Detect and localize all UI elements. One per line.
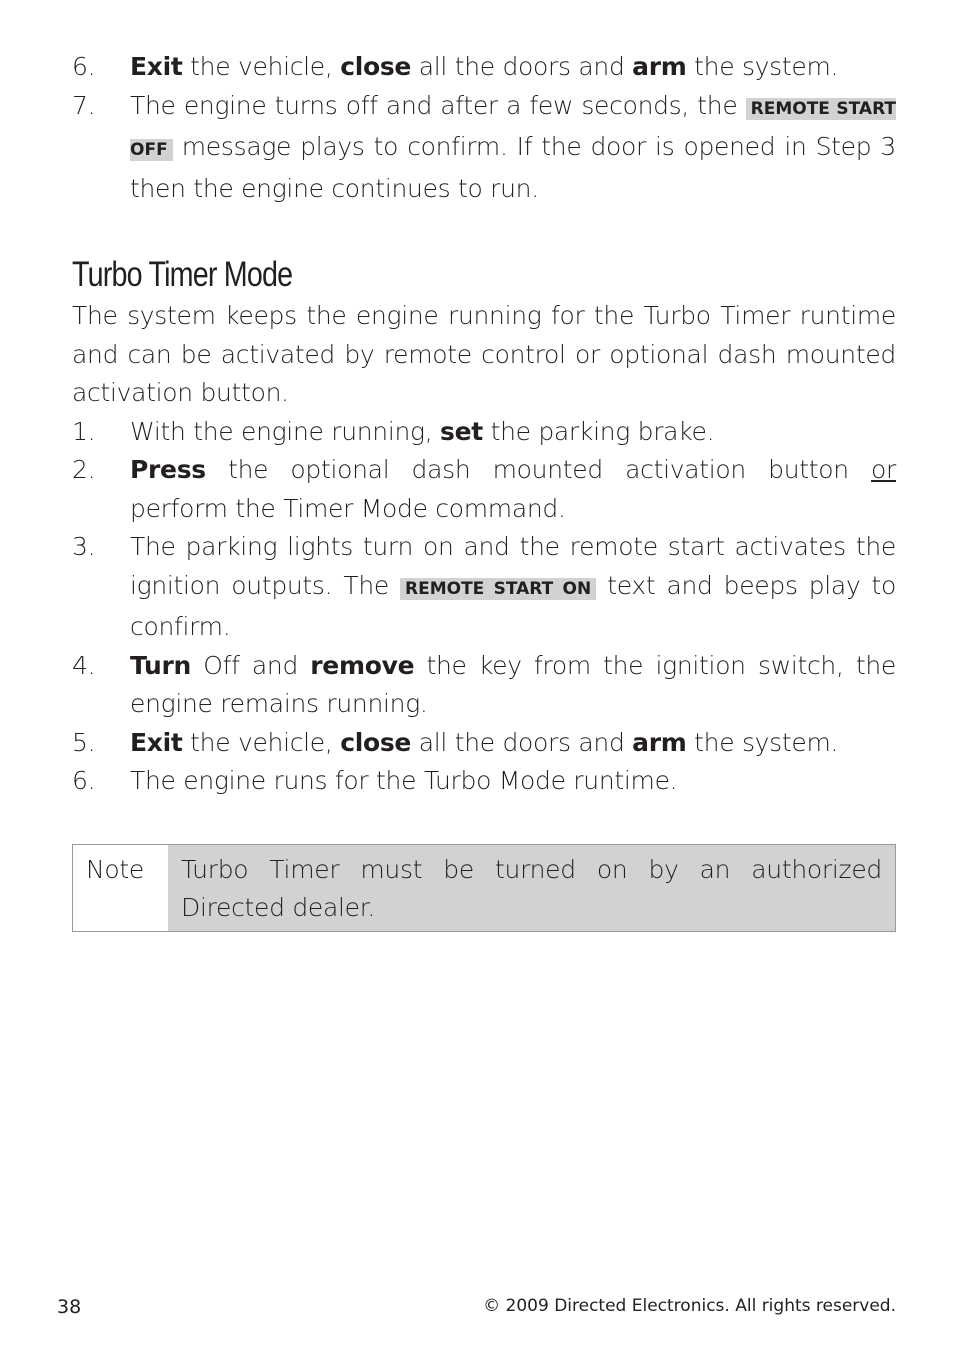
list-item: 6. Exit the vehicle, close all the doors …	[72, 48, 896, 87]
bold-term: close	[340, 52, 412, 81]
step-number: 7.	[72, 90, 96, 120]
note-box: Note Turbo Timer must be turned on by an…	[72, 843, 896, 932]
list-item: 1. With the engine running, set the parki…	[72, 413, 896, 452]
list-item: 7. The engine turns off and after a few s…	[72, 87, 896, 209]
step-text: The engine runs for the Turbo Mode runti…	[130, 766, 678, 795]
copyright: © 2009 Directed Electronics. All rights …	[483, 1296, 896, 1316]
bold-term: close	[340, 727, 412, 757]
step-text: Press the optional dash mounted activati…	[130, 455, 896, 523]
step-text: The parking lights turn on and the remot…	[130, 532, 896, 641]
bold-term: Turn	[130, 650, 192, 680]
bold-term: arm	[632, 727, 687, 757]
step-number: 5.	[72, 727, 96, 757]
bold-term: Exit	[130, 727, 183, 757]
step-number: 6.	[72, 766, 96, 795]
message-tag: REMOTE START ON	[400, 577, 597, 600]
section-title: Turbo Timer Mode	[72, 255, 293, 294]
note-label: Note	[86, 854, 144, 884]
turbo-steps-list: 1. With the engine running, set the parki…	[72, 413, 896, 801]
bold-term: arm	[632, 52, 687, 81]
top-steps-list: 6. Exit the vehicle, close all the doors …	[72, 48, 896, 208]
bold-term: Exit	[130, 52, 183, 81]
bold-term: set	[440, 416, 483, 446]
step-text: The engine turns off and after a few sec…	[130, 90, 896, 203]
underlined-term: or	[871, 455, 896, 484]
step-number: 3.	[72, 532, 96, 561]
step-text: With the engine running, set the parking…	[130, 416, 715, 446]
step-text: Turn Off and remove the key from the ign…	[130, 650, 896, 719]
section-intro: The system keeps the engine running for …	[72, 301, 896, 407]
step-number: 1.	[72, 416, 96, 446]
bold-term: Press	[130, 455, 206, 484]
bold-term: remove	[310, 650, 415, 680]
list-item: 2. Press the optional dash mounted activa…	[72, 451, 896, 528]
step-text: Exit the vehicle, close all the doors an…	[130, 52, 839, 81]
step-number: 4.	[72, 650, 96, 680]
page-content: 6. Exit the vehicle, close all the doors …	[72, 48, 896, 932]
page-number: 38	[57, 1296, 82, 1318]
message-tag: REMOTE START OFF	[130, 97, 896, 161]
step-text: Exit the vehicle, close all the doors an…	[130, 727, 839, 757]
list-item: 5. Exit the vehicle, close all the doors …	[72, 724, 896, 763]
note-text: Turbo Timer must be turned on by an auth…	[168, 844, 895, 931]
list-item: 6. The engine runs for the Turbo Mode run…	[72, 762, 896, 801]
list-item: 3. The parking lights turn on and the rem…	[72, 528, 896, 647]
step-number: 6.	[72, 52, 96, 81]
footer: 38 © 2009 Directed Electronics. All righ…	[57, 1296, 896, 1318]
list-item: 4. Turn Off and remove the key from the i…	[72, 647, 896, 724]
step-number: 2.	[72, 455, 96, 484]
